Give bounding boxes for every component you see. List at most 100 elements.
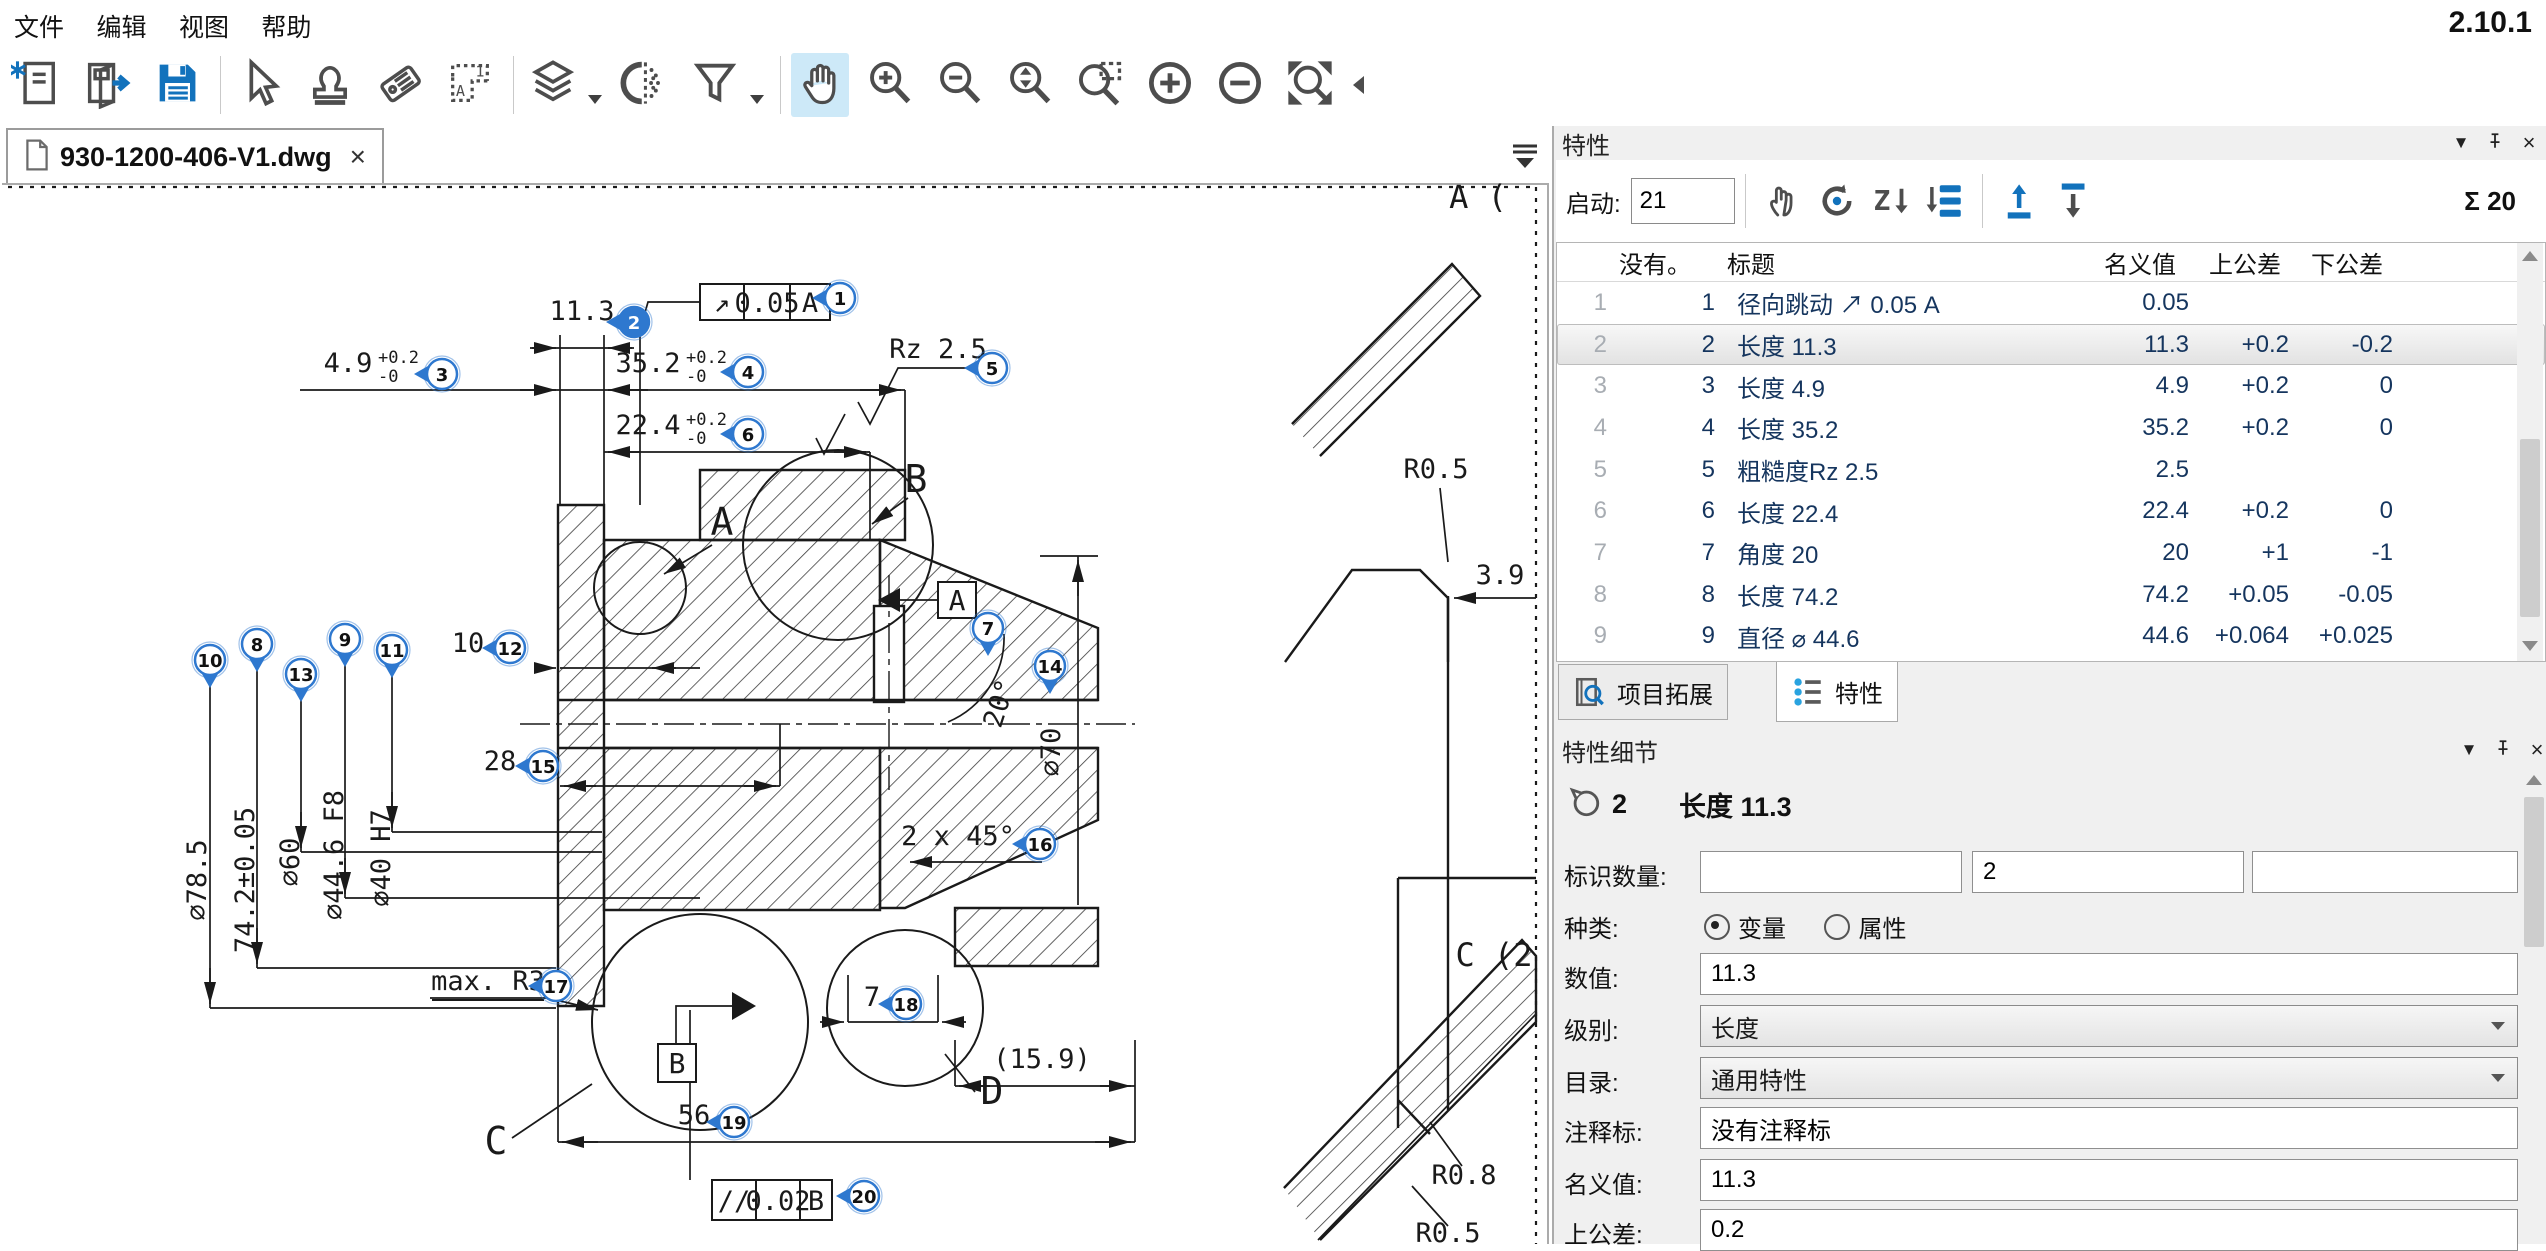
table-body: 11径向跳动 ↗ 0.05 A0.0522长度 11.311.3+0.2-0.2… xyxy=(1557,282,2545,657)
svg-text:16: 16 xyxy=(1027,835,1052,856)
capture-region-button[interactable]: A 1 xyxy=(441,53,499,117)
tab-project-expand[interactable]: 项目拓展 xyxy=(1558,664,1728,720)
filter-icon xyxy=(689,57,741,114)
pin-icon[interactable] xyxy=(2486,739,2520,762)
tag-button[interactable] xyxy=(371,53,429,117)
kind-label: 种类: xyxy=(1564,909,1619,944)
class-row: 级别: 长度 xyxy=(1554,1005,2546,1047)
scroll-thumb[interactable] xyxy=(2524,797,2544,947)
zoom-out-button[interactable] xyxy=(931,53,989,117)
nominal-input[interactable] xyxy=(1700,1159,2518,1201)
zoom-vertical-button[interactable] xyxy=(1001,53,1059,117)
panel-menu-icon[interactable]: ▼ xyxy=(2444,133,2478,153)
nominal-label: 名义值: xyxy=(1564,1165,1643,1200)
close-tab-icon[interactable]: × xyxy=(350,141,366,173)
table-scrollbar[interactable] xyxy=(2517,243,2543,661)
col-nominal[interactable]: 名义值 xyxy=(2085,245,2195,280)
note-label: 注释标: xyxy=(1564,1113,1643,1148)
zoom-in-button[interactable] xyxy=(861,53,919,117)
table-row[interactable]: 66长度 22.422.4+0.20 xyxy=(1557,490,2545,532)
pan-hand-icon xyxy=(794,57,846,114)
radio-variable[interactable] xyxy=(1704,914,1730,940)
catalog-label: 目录: xyxy=(1564,1063,1619,1098)
pan-button[interactable] xyxy=(791,53,849,117)
table-row[interactable]: 33长度 4.94.9+0.20 xyxy=(1557,365,2545,407)
menu-bar: 文件 编辑 视图 帮助 2.10.1 xyxy=(0,0,2546,44)
app-version: 2.10.1 xyxy=(2449,6,2532,40)
renumber-icon[interactable] xyxy=(1814,178,1860,224)
document-tab[interactable]: 930-1200-406-V1.dwg × xyxy=(6,128,384,184)
stamp-button[interactable] xyxy=(301,53,359,117)
move-top-icon[interactable] xyxy=(1997,178,2043,224)
table-row[interactable]: 11径向跳动 ↗ 0.05 A0.05 xyxy=(1557,282,2545,324)
tab-characteristics-label: 特性 xyxy=(1835,674,1883,709)
pick-balloon-icon[interactable] xyxy=(1760,178,1806,224)
catalog-select-value: 通用特性 xyxy=(1711,1061,1807,1096)
zoom-out-icon xyxy=(934,57,986,114)
mirror-view-button[interactable] xyxy=(616,53,674,117)
decrease-button[interactable] xyxy=(1211,53,1269,117)
list-order-icon[interactable] xyxy=(1922,178,1968,224)
zoom-window-button[interactable] xyxy=(1071,53,1129,117)
id-count-input-2[interactable] xyxy=(1972,851,2244,893)
zoom-in-icon xyxy=(864,57,916,114)
col-number[interactable]: 没有。 xyxy=(1613,245,1721,280)
increase-button[interactable] xyxy=(1141,53,1199,117)
pin-icon[interactable] xyxy=(2478,132,2512,155)
col-upper[interactable]: 上公差 xyxy=(2195,245,2295,280)
balloon-icon xyxy=(1568,785,1602,824)
svg-text:5: 5 xyxy=(986,359,999,380)
z-order-icon[interactable]: Z xyxy=(1868,178,1914,224)
save-button[interactable] xyxy=(148,53,206,117)
select-cursor-button[interactable] xyxy=(231,53,289,117)
document-tab-bar: 930-1200-406-V1.dwg × xyxy=(0,126,1552,183)
value-input[interactable] xyxy=(1700,953,2518,995)
drawing-canvas[interactable] xyxy=(2,183,1549,1244)
layers-button[interactable] xyxy=(524,53,582,117)
new-document-button[interactable] xyxy=(8,53,66,117)
scroll-thumb[interactable] xyxy=(2520,439,2540,617)
capture-region-icon: A 1 xyxy=(444,57,496,114)
tab-list-button[interactable] xyxy=(1508,140,1542,170)
panel-menu-icon[interactable]: ▼ xyxy=(2452,740,2486,760)
col-title[interactable]: 标题 xyxy=(1721,245,2085,280)
toolbar-collapse-icon[interactable] xyxy=(1353,76,1364,94)
col-lower[interactable]: 下公差 xyxy=(2295,245,2399,280)
close-panel-icon[interactable]: × xyxy=(2512,130,2546,156)
table-row[interactable]: 22长度 11.311.3+0.2-0.2 xyxy=(1557,324,2545,366)
table-row[interactable]: 99直径 ⌀ 44.644.6+0.064+0.025 xyxy=(1557,616,2545,658)
details-scrollbar[interactable] xyxy=(2522,767,2546,1244)
id-count-input-3[interactable] xyxy=(2252,851,2518,893)
tab-characteristics[interactable]: 特性 xyxy=(1776,662,1898,722)
note-row: 注释标: xyxy=(1554,1107,2546,1149)
open-document-button[interactable] xyxy=(78,53,136,117)
filter-button[interactable] xyxy=(686,53,744,117)
minus-circle-icon xyxy=(1214,57,1266,114)
table-row[interactable]: 55粗糙度Rz 2.52.5 xyxy=(1557,449,2545,491)
svg-text:9: 9 xyxy=(339,630,352,651)
layers-icon xyxy=(527,57,579,114)
tab-project-expand-label: 项目拓展 xyxy=(1617,675,1713,710)
start-number-input[interactable] xyxy=(1631,178,1735,224)
table-row[interactable]: 44长度 35.235.2+0.20 xyxy=(1557,407,2545,449)
table-row[interactable]: 77角度 2020+1-1 xyxy=(1557,532,2545,574)
move-bottom-icon[interactable] xyxy=(2051,178,2097,224)
zoom-fit-button[interactable] xyxy=(1281,53,1339,117)
table-row[interactable]: 88长度 74.274.2+0.05-0.05 xyxy=(1557,574,2545,616)
class-select[interactable]: 长度 xyxy=(1700,1005,2518,1047)
note-input[interactable] xyxy=(1700,1107,2518,1149)
scroll-up-icon[interactable] xyxy=(2526,775,2542,785)
chevron-down-icon xyxy=(2491,1022,2505,1030)
id-count-input-1[interactable] xyxy=(1700,851,1962,893)
scroll-up-icon[interactable] xyxy=(2522,251,2538,261)
new-document-icon xyxy=(11,57,63,114)
close-panel-icon[interactable]: × xyxy=(2520,737,2546,763)
zoom-vertical-icon xyxy=(1004,57,1056,114)
layers-dropdown-icon[interactable] xyxy=(588,95,602,104)
balloon-number: 2 xyxy=(1612,789,1627,820)
radio-attribute[interactable] xyxy=(1824,914,1850,940)
filter-dropdown-icon[interactable] xyxy=(750,95,764,104)
upper-tolerance-input[interactable] xyxy=(1700,1209,2518,1251)
scroll-down-icon[interactable] xyxy=(2522,641,2538,651)
catalog-select[interactable]: 通用特性 xyxy=(1700,1057,2518,1099)
